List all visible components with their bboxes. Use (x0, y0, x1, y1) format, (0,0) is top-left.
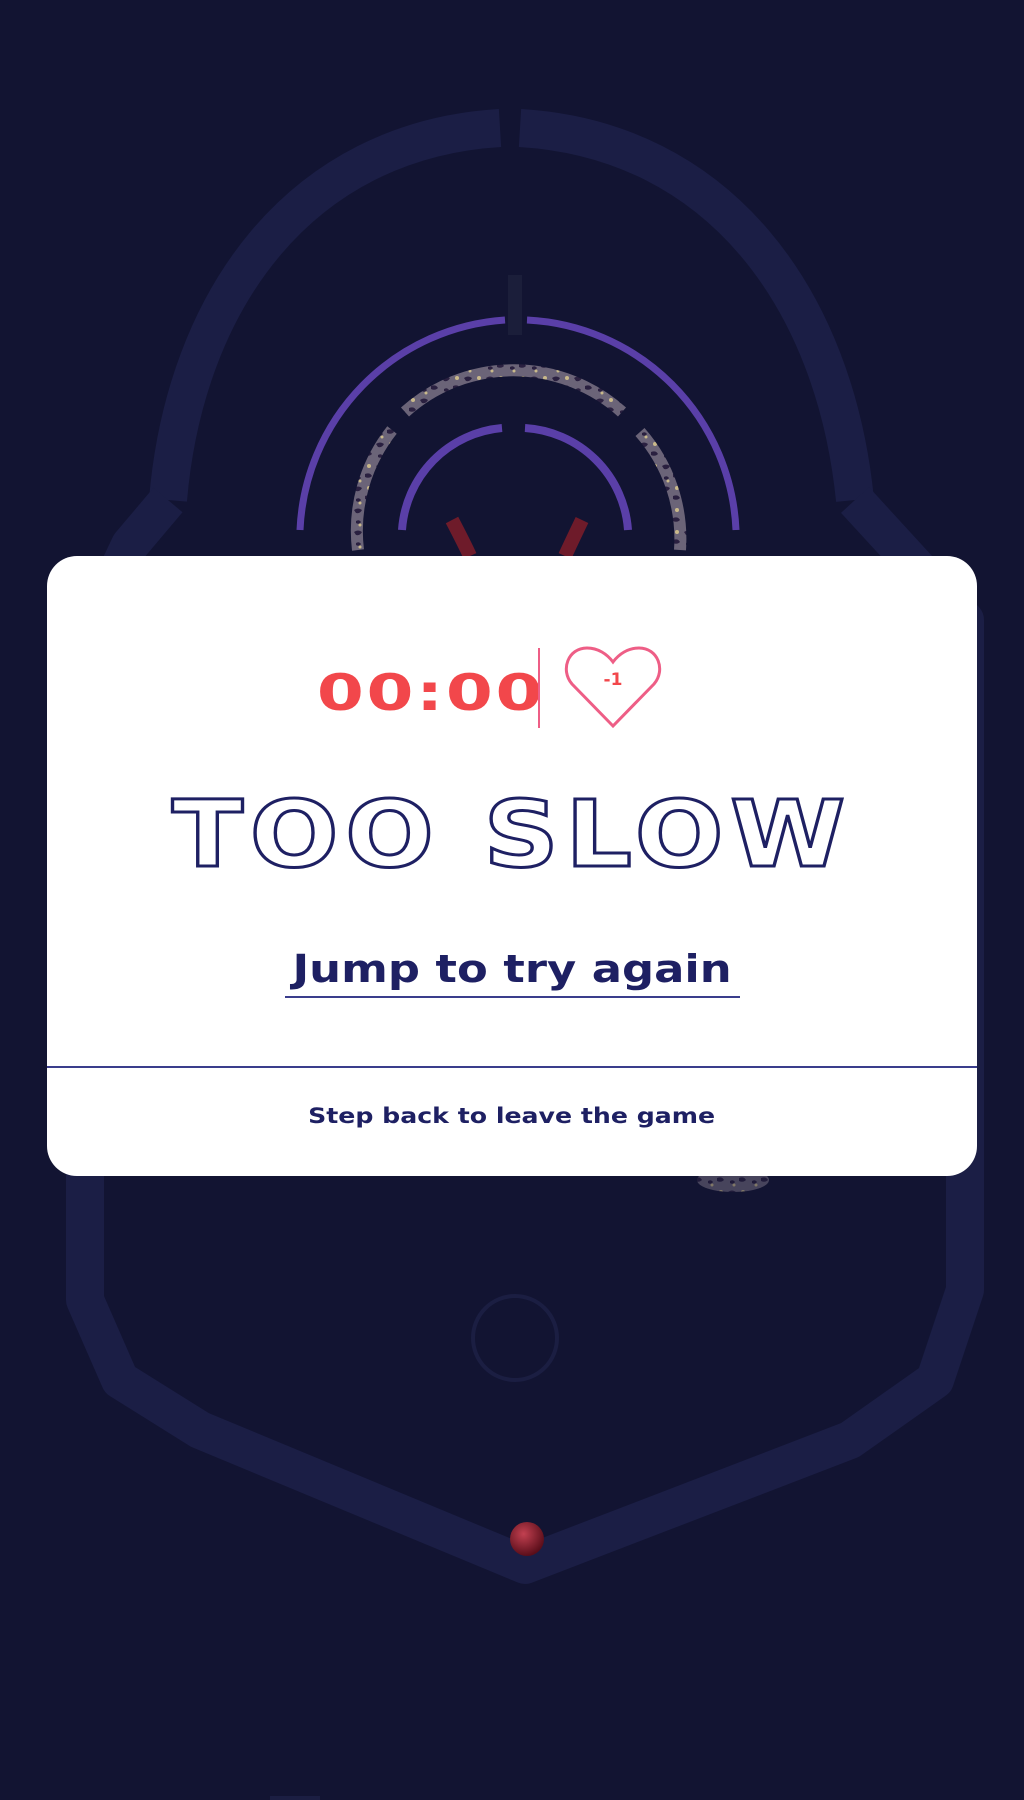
target-rings (296, 275, 740, 559)
life-change-label: -1 (603, 670, 623, 690)
hole-outline (471, 1294, 559, 1382)
headline: TOO SLOW (171, 780, 852, 890)
timer-display: 00:00 (316, 664, 546, 722)
leave-label: Step back to leave the game (308, 1104, 716, 1128)
leave-game-button[interactable]: Step back to leave the game (47, 1096, 977, 1136)
retry-button[interactable]: Jump to try again (284, 944, 740, 1004)
headline-text: TOO SLOW (172, 781, 852, 888)
retry-label: Jump to try again (292, 947, 732, 991)
life-badge: -1 (562, 642, 664, 734)
retry-underline (285, 996, 740, 998)
ball-icon (510, 1522, 544, 1556)
game-screen: 00:00 -1 TOO SLOW Jump to try again Step… (0, 0, 1024, 1800)
result-dialog: 00:00 -1 TOO SLOW Jump to try again Step… (47, 556, 977, 1176)
score-row: 00:00 -1 (47, 646, 977, 738)
dialog-divider (47, 1066, 977, 1068)
score-divider (538, 648, 540, 728)
floor-mark (270, 1796, 320, 1800)
